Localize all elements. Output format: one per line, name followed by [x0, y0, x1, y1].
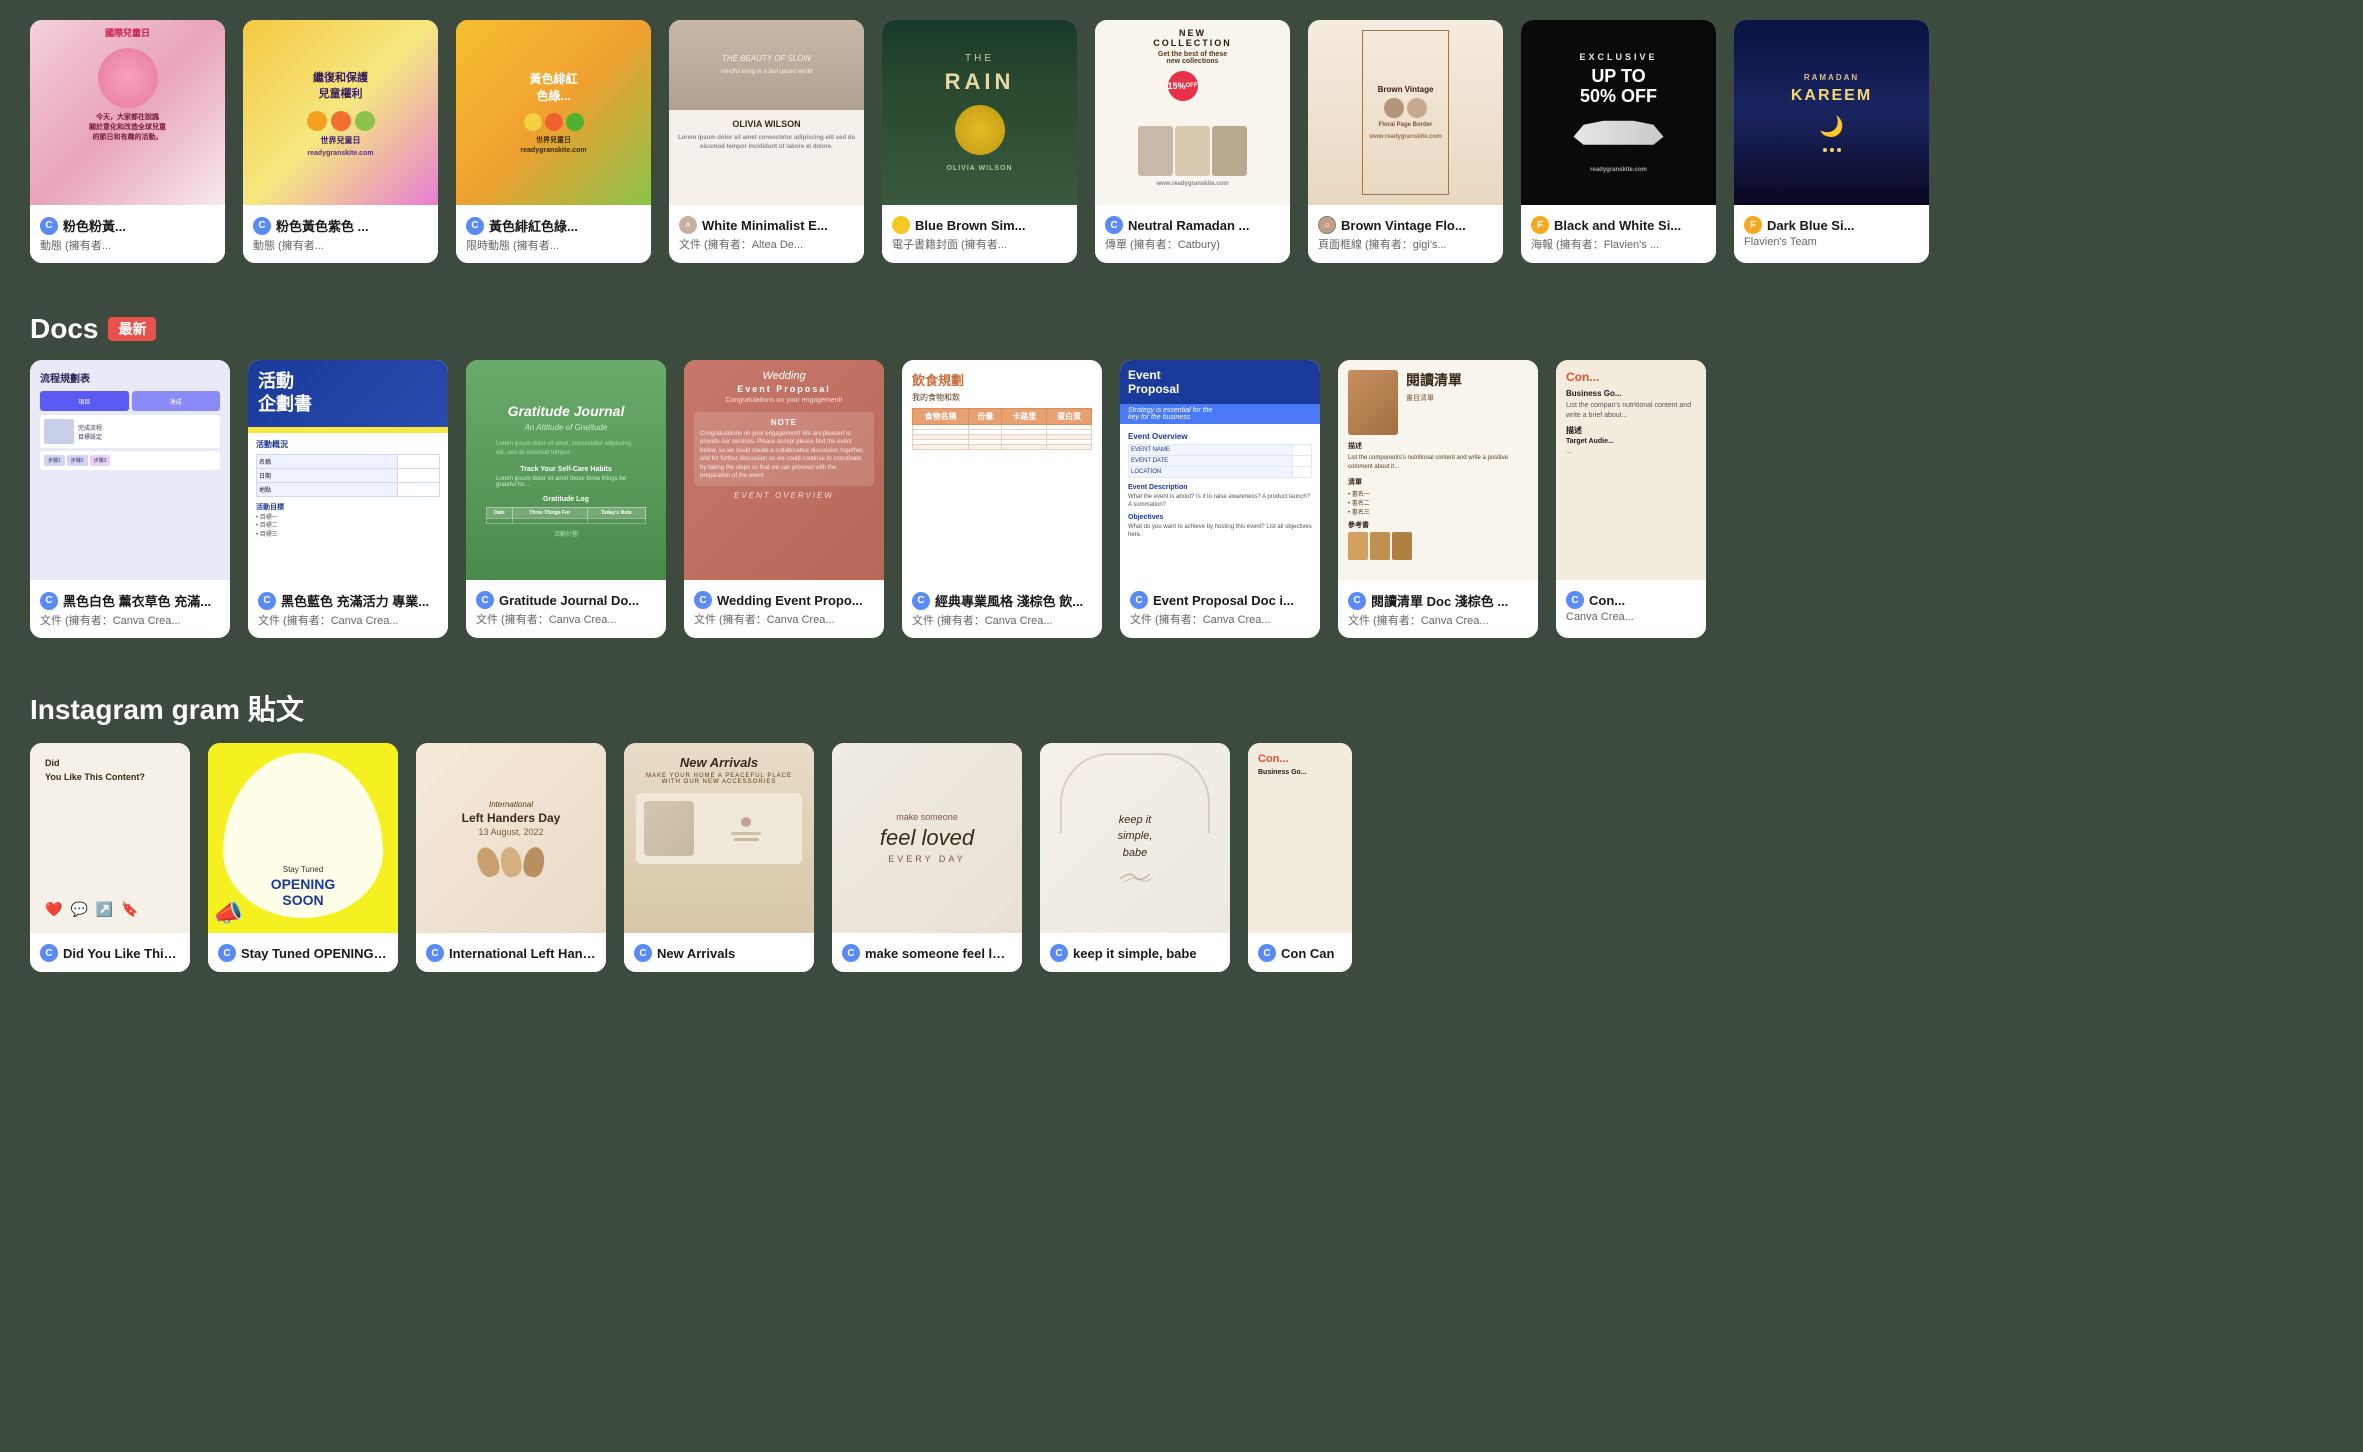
poster-9-sub: Flavien's Team: [1744, 236, 1914, 248]
poster-3-title: 黃色緋紅色綠...: [489, 216, 578, 235]
doc-2-sub: 文件 (擁有者：Canva Crea...: [258, 612, 428, 628]
ig-4-title: New Arrivals: [657, 946, 735, 961]
doc-card-1[interactable]: 流程規劃表 項目 達成 完成流程目標設定 步驟1 步驟2 步驟3: [30, 360, 230, 638]
doc-card-4[interactable]: Wedding Event Proposal Congratulations o…: [684, 360, 884, 638]
poster-card-8[interactable]: EXCLUSIVE UP TO50% OFF readygranskite.co…: [1521, 20, 1716, 263]
poster-card-9[interactable]: RAMADAN KAREEM 🌙 F Dark Blue Si... Flavi…: [1734, 20, 1929, 263]
poster-6-sub: 傳單 (擁有者：Catbury): [1105, 236, 1275, 252]
poster-4-title: White Minimalist E...: [702, 218, 828, 233]
doc-card-3[interactable]: Gratitude Journal An Attitude of Gratitu…: [466, 360, 666, 638]
doc-card-8[interactable]: Con... Business Go... List the compan's …: [1556, 360, 1706, 638]
poster-8-title: Black and White Si...: [1554, 218, 1681, 233]
doc-6-title: Event Proposal Doc i...: [1153, 593, 1294, 608]
poster-6-title: Neutral Ramadan ...: [1128, 218, 1249, 233]
poster-1-sub: 動態 (擁有者...: [40, 237, 210, 253]
ig-card-3[interactable]: International Left Handers Day 13 August…: [416, 743, 606, 972]
doc-4-title: Wedding Event Propo...: [717, 593, 863, 608]
poster-3-sub: 限時動態 (擁有者...: [466, 237, 636, 253]
doc-card-6[interactable]: Event Proposal Strategy is essential for…: [1120, 360, 1320, 638]
poster-card-7[interactable]: Brown Vintage Floral Page Border www.rea…: [1308, 20, 1503, 263]
docs-section: Docs 最新 流程規劃表 項目 達成 完成流程目標設定: [0, 293, 2363, 648]
docs-section-title: Docs: [30, 313, 98, 345]
poster-5-title: Blue Brown Sim...: [915, 218, 1026, 233]
doc-5-sub: 文件 (擁有者：Canva Crea...: [912, 612, 1082, 628]
instagram-section-title: Instagram gram 貼文: [30, 688, 304, 728]
doc-1-title: 黑色白色 薰衣草色 充滿...: [63, 591, 211, 610]
ig-6-title: keep it simple, babe: [1073, 946, 1197, 961]
instagram-section: Instagram gram 貼文 Did You Like This Cont…: [0, 668, 2363, 1002]
doc-5-title: 經典專業風格 淺棕色 飲...: [935, 591, 1083, 610]
doc-8-sub: Canva Crea...: [1566, 611, 1696, 623]
ig-7-title: Con Can: [1281, 946, 1334, 961]
poster-4-sub: 文件 (擁有者：Altea De...: [679, 236, 849, 252]
ig-3-title: International Left Handers Day: [449, 946, 596, 961]
poster-8-sub: 海報 (擁有者：Flavien's ...: [1531, 236, 1701, 252]
poster-card-3[interactable]: 黃色緋紅色綠... 世界兒童日readygranskite.com C 黃色緋紅…: [456, 20, 651, 263]
ig-2-title: Stay Tuned OPENING SOON: [241, 946, 388, 961]
ig-card-6[interactable]: keep itsimple,babe C keep it simple, bab…: [1040, 743, 1230, 972]
doc-1-sub: 文件 (擁有者：Canva Crea...: [40, 612, 210, 628]
doc-card-5[interactable]: 飲食規劃 我的食物和飲 食物名稱 份量 卡路里 蛋白質: [902, 360, 1102, 638]
ig-card-5[interactable]: make someone feel loved EVERY DAY C make…: [832, 743, 1022, 972]
ig-card-2[interactable]: Stay Tuned OPENINGSOON 📣 C Stay Tuned OP…: [208, 743, 398, 972]
doc-7-sub: 文件 (擁有者：Canva Crea...: [1348, 612, 1518, 628]
doc-card-2[interactable]: 活動企劃書 活動概況 名稱 日期 地點 活動目標 • 目標一• 目標二• 目標三: [248, 360, 448, 638]
poster-card-1[interactable]: 國際兒童日 今天，大家都在說諷關於意化和改造全球兒童的節日和有趣的活動。 C 粉…: [30, 20, 225, 263]
poster-7-title: Brown Vintage Flo...: [1341, 218, 1466, 233]
docs-badge: 最新: [108, 317, 156, 341]
doc-8-title: Con...: [1589, 593, 1625, 608]
poster-9-title: Dark Blue Si...: [1767, 218, 1854, 233]
doc-4-sub: 文件 (擁有者：Canva Crea...: [694, 611, 864, 627]
ig-card-1[interactable]: Did You Like This Content? ❤️ 💬 ↗️ 🔖 C D…: [30, 743, 190, 972]
poster-7-sub: 頁面框線 (擁有者：gigi's...: [1318, 236, 1488, 252]
poster-card-6[interactable]: NEWCOLLECTION Get the best of thesenew c…: [1095, 20, 1290, 263]
doc-2-title: 黑色藍色 充滿活力 專業...: [281, 591, 429, 610]
posters-section: 國際兒童日 今天，大家都在說諷關於意化和改造全球兒童的節日和有趣的活動。 C 粉…: [0, 0, 2363, 273]
ig-5-title: make someone feel loved: [865, 946, 1012, 961]
doc-3-title: Gratitude Journal Do...: [499, 593, 639, 608]
poster-5-sub: 電子書籍封面 (擁有者...: [892, 236, 1062, 252]
ig-card-7[interactable]: Con... Business Go... C Con Can: [1248, 743, 1352, 972]
poster-card-2[interactable]: 繼復和保護兒童權利 世界兒童日 readygranskite.com C 粉色黃…: [243, 20, 438, 263]
poster-card-5[interactable]: THE RAIN OLIVIA WILSON 🌙 Blue Brown Sim.…: [882, 20, 1077, 263]
poster-1-title: 粉色粉黃...: [63, 216, 126, 235]
doc-card-7[interactable]: 閱讀清單 書目清單 描述 List the components's nutri…: [1338, 360, 1538, 638]
poster-2-sub: 動態 (擁有者...: [253, 237, 423, 253]
doc-3-sub: 文件 (擁有者：Canva Crea...: [476, 611, 646, 627]
doc-7-title: 閱讀清單 Doc 淺棕色 ...: [1371, 591, 1508, 610]
ig-1-title: Did You Like This Content?: [63, 946, 180, 961]
ig-card-4[interactable]: New Arrivals MAKE YOUR HOME A PEACEFUL P…: [624, 743, 814, 972]
poster-2-title: 粉色黃色紫色 ...: [276, 216, 368, 235]
poster-card-4[interactable]: THE BEAUTY OF SLOWmindful living in a fa…: [669, 20, 864, 263]
doc-6-sub: 文件 (擁有者：Canva Crea...: [1130, 611, 1300, 627]
